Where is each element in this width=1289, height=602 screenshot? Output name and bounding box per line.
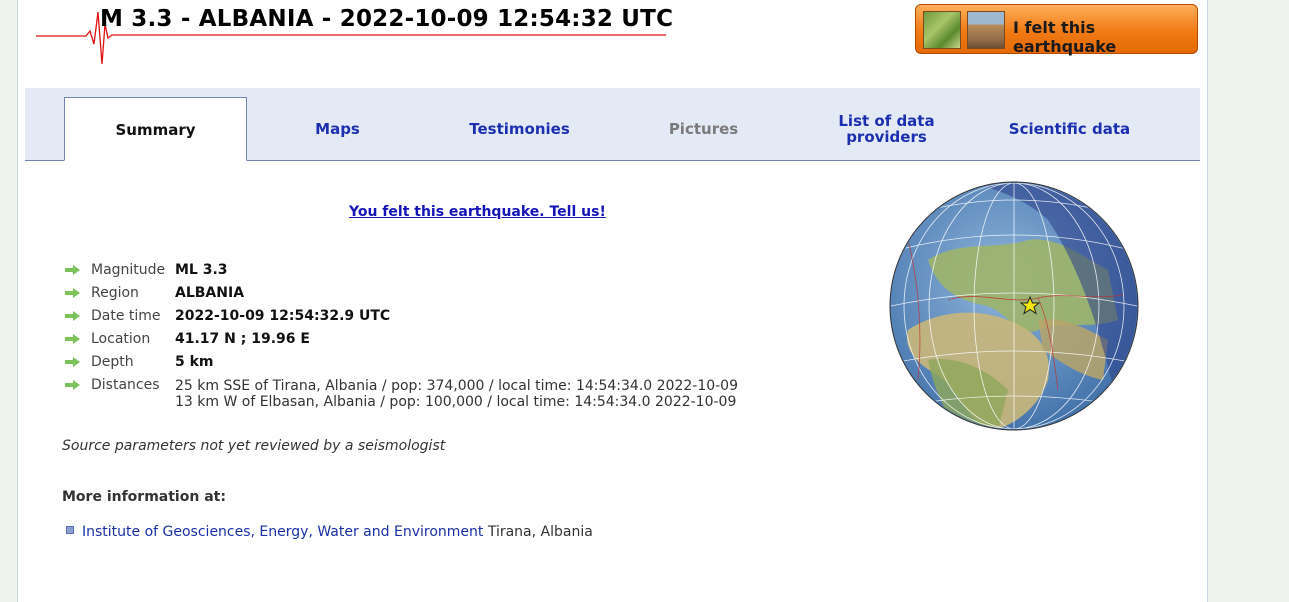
green-arrow-icon xyxy=(65,334,80,344)
datetime-label: Date time xyxy=(91,308,161,324)
green-arrow-icon xyxy=(65,265,80,275)
depth-label: Depth xyxy=(91,354,134,370)
datetime-value: 2022-10-09 12:54:32.9 UTC xyxy=(175,308,391,324)
magnitude-label: Magnitude xyxy=(91,262,166,278)
green-arrow-icon xyxy=(65,311,80,321)
tab-summary[interactable]: Summary xyxy=(64,97,247,161)
location-value: 41.17 N ; 19.96 E xyxy=(175,331,310,347)
map-thumbnail xyxy=(923,11,961,49)
page-container: M 3.3 - ALBANIA - 2022-10-09 12:54:32 UT… xyxy=(17,0,1208,602)
tell-us-link[interactable]: You felt this earthquake. Tell us! xyxy=(349,204,606,220)
tab-testimonies[interactable]: Testimonies xyxy=(428,97,611,160)
felt-button-label: I felt this earthquake xyxy=(1013,18,1117,56)
region-label: Region xyxy=(91,285,139,301)
distance-line: 13 km W of Elbasan, Albania / pop: 100,0… xyxy=(175,394,737,410)
tab-pictures[interactable]: Pictures xyxy=(612,97,795,160)
magnitude-value: ML 3.3 xyxy=(175,262,228,278)
distance-line: 25 km SSE of Tirana, Albania / pop: 374,… xyxy=(175,378,738,394)
institution-link[interactable]: Institute of Geosciences, Energy, Water … xyxy=(82,524,483,540)
distances-label: Distances xyxy=(91,377,160,393)
green-arrow-icon xyxy=(65,380,80,390)
felt-earthquake-button[interactable]: I felt this earthquake xyxy=(915,4,1198,56)
tab-bar: Summary Maps Testimonies Pictures List o… xyxy=(25,88,1200,161)
epicenter-globe-map xyxy=(889,181,1139,431)
list-bullet-icon xyxy=(66,526,74,534)
tab-data-providers[interactable]: List of data providers xyxy=(795,97,978,160)
region-value: ALBANIA xyxy=(175,285,245,301)
institution-item: Institute of Geosciences, Energy, Water … xyxy=(82,524,593,540)
house-thumbnail xyxy=(967,11,1005,49)
more-info-heading: More information at: xyxy=(62,489,226,505)
tab-maps[interactable]: Maps xyxy=(246,97,429,160)
page-title: M 3.3 - ALBANIA - 2022-10-09 12:54:32 UT… xyxy=(100,6,674,32)
tab-scientific-data[interactable]: Scientific data xyxy=(978,97,1161,160)
institution-location: Tirana, Albania xyxy=(483,524,593,540)
distances-value: 25 km SSE of Tirana, Albania / pop: 374,… xyxy=(175,378,738,410)
green-arrow-icon xyxy=(65,357,80,367)
location-label: Location xyxy=(91,331,151,347)
depth-value: 5 km xyxy=(175,354,214,370)
green-arrow-icon xyxy=(65,288,80,298)
review-note: Source parameters not yet reviewed by a … xyxy=(62,438,446,454)
